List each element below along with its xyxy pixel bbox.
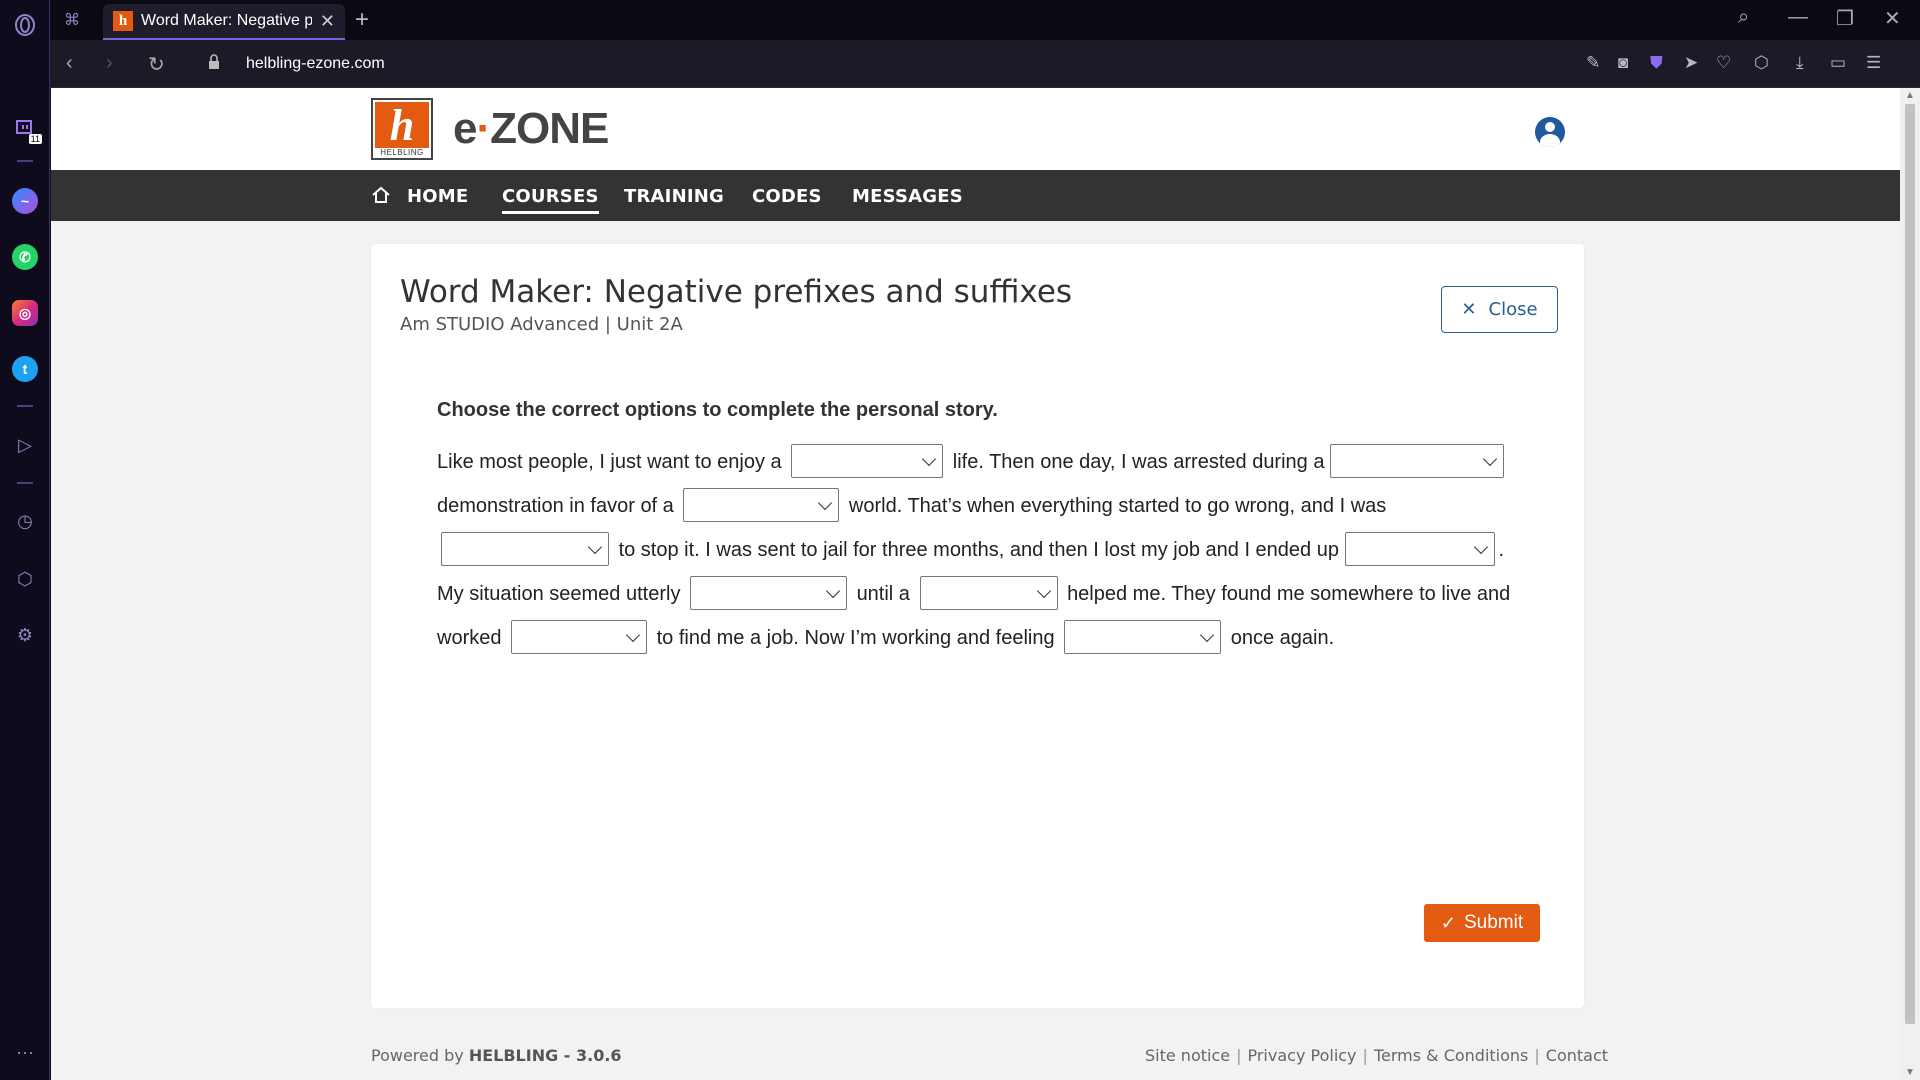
opera-logo-icon[interactable] <box>12 12 38 38</box>
story-part: to find me a job. Now I’m working and fe… <box>656 627 1055 649</box>
address-bar: ‹ › ↻ helbling-ezone.com ✎ ◙ ⛊ ➤ ♡ ⬡ ⤓ ▭… <box>50 40 1920 88</box>
site-header: h HELBLING e·ZONE <box>51 88 1900 170</box>
story-part: world. That’s when everything started to… <box>848 495 1387 517</box>
download-icon[interactable]: ⤓ <box>1796 53 1804 73</box>
sidebar-divider <box>17 405 33 407</box>
footer-powered-by: Powered by HELBLING - 3.0.6 <box>371 1046 622 1065</box>
back-icon[interactable]: ‹ <box>66 52 73 75</box>
web-page: h HELBLING e·ZONE HOME COURSES TRAINING … <box>51 88 1900 1080</box>
reload-icon[interactable]: ↻ <box>148 52 165 77</box>
ezone-brand[interactable]: e·ZONE <box>453 104 609 154</box>
main-nav: HOME COURSES TRAINING CODES MESSAGES <box>51 170 1900 221</box>
helbling-h-icon: h <box>375 101 429 150</box>
forward-icon[interactable]: › <box>106 52 113 75</box>
search-icon[interactable]: ⌕ <box>1738 6 1749 29</box>
more-options-icon[interactable]: ⋯ <box>12 1040 38 1066</box>
submit-label: Submit <box>1463 912 1524 933</box>
send-icon[interactable]: ➤ <box>1684 53 1698 73</box>
player-icon[interactable]: ▷ <box>12 432 38 458</box>
extensions-icon[interactable]: ⬡ <box>12 566 38 592</box>
footer-link-terms[interactable]: Terms & Conditions <box>1374 1046 1528 1065</box>
page-subtitle: Am STUDIO Advanced | Unit 2A <box>400 314 683 335</box>
checkmark-icon: ✓ <box>1440 912 1456 933</box>
nav-messages[interactable]: MESSAGES <box>852 186 963 207</box>
nav-home[interactable]: HOME <box>407 186 468 207</box>
sidebar-divider <box>17 482 33 484</box>
story-part: life. Then one day, I was arrested durin… <box>952 451 1325 473</box>
instruction-text: Choose the correct options to complete t… <box>437 399 998 421</box>
helbling-logo[interactable]: h HELBLING <box>371 98 433 160</box>
logo-label: HELBLING <box>380 148 424 157</box>
answer-dropdown-5[interactable] <box>1344 531 1495 566</box>
footer-link-privacy[interactable]: Privacy Policy <box>1247 1046 1356 1065</box>
minimize-icon[interactable]: — <box>1788 6 1808 29</box>
answer-dropdown-6[interactable] <box>690 575 847 610</box>
twitch-icon[interactable]: 11 <box>12 116 42 144</box>
story-part: until a <box>856 583 910 605</box>
twitch-badge: 11 <box>28 134 42 144</box>
footer-link-site-notice[interactable]: Site notice <box>1145 1046 1230 1065</box>
window-close-icon[interactable]: ✕ <box>1884 6 1901 31</box>
easy-setup-icon[interactable]: ☰ <box>1866 53 1881 73</box>
browser-sidebar: 11 ~ ✆ ◎ t ▷ ◷ ⬡ ⚙ ⋯ <box>0 0 50 1080</box>
answer-dropdown-8[interactable] <box>511 619 648 654</box>
footer-links: Site notice | Privacy Policy | Terms & Condi… <box>1145 1046 1609 1065</box>
answer-dropdown-7[interactable] <box>919 575 1058 610</box>
nav-training[interactable]: TRAINING <box>624 186 724 207</box>
user-account-icon[interactable] <box>1535 117 1565 147</box>
close-icon: ✕ <box>1461 299 1477 320</box>
battery-saver-icon[interactable]: ▭ <box>1830 53 1846 73</box>
twitter-icon[interactable]: t <box>12 356 38 382</box>
camera-icon[interactable]: ◙ <box>1618 53 1628 73</box>
tab-bar: ⌘ h Word Maker: Negative prefixes and su… <box>50 0 1920 40</box>
restore-icon[interactable]: ❐ <box>1836 6 1854 31</box>
story-part: to stop it. I was sent to jail for three… <box>618 539 1339 561</box>
story-text: Like most people, I just want to enjoy a… <box>437 440 1517 660</box>
submit-button[interactable]: ✓ Submit <box>1424 904 1540 942</box>
active-tab[interactable]: h Word Maker: Negative prefixes and suff… <box>103 4 345 40</box>
scroll-up-icon[interactable]: ▲ <box>1905 90 1915 101</box>
history-icon[interactable]: ◷ <box>12 508 38 534</box>
gx-controller-icon[interactable]: ⌘ <box>64 10 80 30</box>
whatsapp-icon[interactable]: ✆ <box>12 244 38 270</box>
sidebar-divider <box>17 160 33 162</box>
new-tab-icon[interactable]: + <box>355 6 369 34</box>
answer-dropdown-9[interactable] <box>1064 619 1222 654</box>
close-button[interactable]: ✕ Close <box>1441 286 1558 333</box>
close-label: Close <box>1488 299 1538 320</box>
messenger-icon[interactable]: ~ <box>12 188 38 214</box>
nav-courses[interactable]: COURSES <box>502 186 599 214</box>
page-scrollbar[interactable]: ▲ ▼ <box>1900 88 1920 1080</box>
answer-dropdown-3[interactable] <box>683 487 840 522</box>
cube-icon[interactable]: ⬡ <box>1754 53 1769 73</box>
powered-prefix: Powered by <box>371 1046 464 1065</box>
scrollbar-thumb[interactable] <box>1905 104 1915 1024</box>
answer-dropdown-4[interactable] <box>441 531 609 566</box>
tab-close-icon[interactable]: ✕ <box>320 11 335 32</box>
helbling-favicon-icon: h <box>113 11 133 31</box>
answer-dropdown-2[interactable] <box>1330 443 1505 478</box>
lock-icon <box>209 54 219 69</box>
nav-codes[interactable]: CODES <box>752 186 822 207</box>
instagram-icon[interactable]: ◎ <box>12 300 38 326</box>
home-icon[interactable] <box>371 186 391 204</box>
scroll-down-icon[interactable]: ▼ <box>1905 1067 1915 1078</box>
snapshot-edit-icon[interactable]: ✎ <box>1586 53 1600 73</box>
story-part: once again. <box>1230 627 1335 649</box>
footer-link-contact[interactable]: Contact <box>1546 1046 1608 1065</box>
tab-title: Word Maker: Negative prefixes and suffix… <box>141 12 312 29</box>
story-part: Like most people, I just want to enjoy a <box>437 451 782 473</box>
story-part: demonstration in favor of a <box>437 495 674 517</box>
exercise-card: Word Maker: Negative prefixes and suffix… <box>371 244 1584 1008</box>
settings-gear-icon[interactable]: ⚙ <box>12 622 38 648</box>
vpn-shield-icon[interactable]: ⛊ <box>1650 53 1663 73</box>
powered-brand: HELBLING - 3.0.6 <box>468 1046 622 1065</box>
page-title: Word Maker: Negative prefixes and suffix… <box>400 274 1073 310</box>
answer-dropdown-1[interactable] <box>791 443 944 478</box>
heart-icon[interactable]: ♡ <box>1716 53 1731 73</box>
url-field[interactable]: helbling-ezone.com <box>246 55 385 73</box>
